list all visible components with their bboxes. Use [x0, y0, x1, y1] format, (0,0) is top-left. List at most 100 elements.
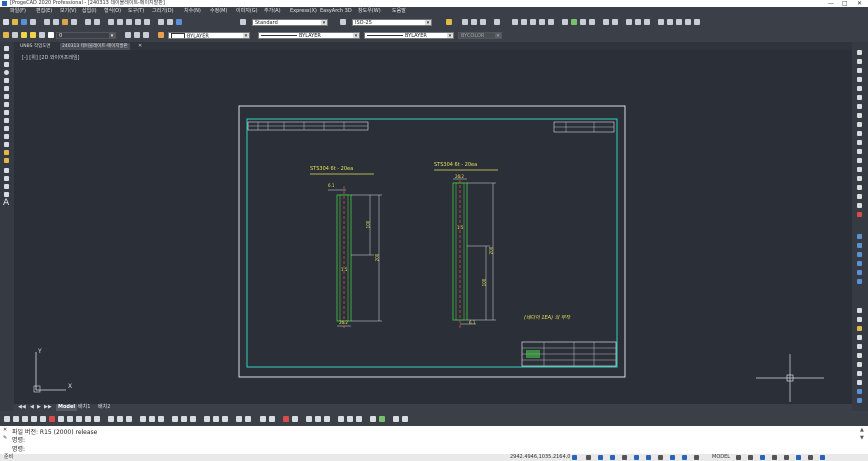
- lwt-icon[interactable]: [658, 455, 663, 460]
- match-properties-icon[interactable]: [71, 19, 77, 25]
- donut-icon[interactable]: [4, 126, 9, 131]
- open-icon[interactable]: [12, 19, 18, 25]
- zoom-realtime-icon[interactable]: [117, 19, 123, 25]
- new-icon[interactable]: [3, 19, 9, 25]
- osnap-midpoint-icon[interactable]: [471, 19, 477, 25]
- copy-icon[interactable]: [53, 19, 59, 25]
- point-icon[interactable]: [4, 110, 9, 115]
- dim-edit-icon[interactable]: [172, 416, 178, 422]
- line-icon[interactable]: [4, 46, 9, 51]
- stretch-icon[interactable]: [857, 122, 862, 127]
- circle-icon[interactable]: [4, 70, 9, 75]
- cut-icon[interactable]: [44, 19, 50, 25]
- ucs-named-icon[interactable]: [857, 398, 862, 403]
- dim-jogline-icon[interactable]: [158, 416, 164, 422]
- close-tab-icon[interactable]: ✕: [138, 43, 142, 50]
- layer-iso-icon[interactable]: [143, 32, 149, 38]
- image-frame-icon[interactable]: [338, 416, 344, 422]
- next-tab-icon[interactable]: ▶: [37, 404, 41, 411]
- workspace-icon[interactable]: [736, 455, 741, 460]
- zoom-previous-icon[interactable]: [135, 19, 141, 25]
- tab-layout2[interactable]: 배치2: [98, 404, 110, 411]
- inquiry-area-icon[interactable]: [245, 416, 251, 422]
- menu-help[interactable]: 도움말: [392, 7, 406, 16]
- light-icon[interactable]: [857, 203, 862, 208]
- ucs-view-icon[interactable]: [857, 344, 862, 349]
- scroll-up-icon[interactable]: ▲: [860, 427, 864, 433]
- ucs-origin-icon[interactable]: [857, 326, 862, 331]
- move-icon[interactable]: [857, 95, 862, 100]
- menu-dimension[interactable]: 치수(N): [184, 7, 201, 16]
- redo-icon[interactable]: [94, 19, 100, 25]
- menu-tools[interactable]: 도구(T): [128, 7, 144, 16]
- ucs-object-icon[interactable]: [857, 335, 862, 340]
- osnap-node-icon[interactable]: [494, 19, 500, 25]
- command-line[interactable]: ✕ ✎ 파일 버전: R15 (2000) release 명령: 명령: ▲ …: [0, 426, 868, 454]
- join-icon[interactable]: [857, 158, 862, 163]
- text-style-select[interactable]: Standard ▾: [252, 19, 328, 26]
- layer-state-icon[interactable]: [12, 32, 18, 38]
- point-cloud-icon[interactable]: [402, 416, 408, 422]
- menu-add[interactable]: 추가(A): [264, 7, 281, 16]
- chamfer-icon[interactable]: [857, 167, 862, 172]
- model-space-toggle[interactable]: MODEL: [712, 454, 730, 461]
- dim-angular-icon[interactable]: [67, 416, 73, 422]
- lock-icon[interactable]: [39, 32, 45, 38]
- snap-toolbar-icon[interactable]: [446, 19, 452, 25]
- menu-express[interactable]: Express(X): [290, 7, 317, 16]
- center-mark-icon[interactable]: [140, 416, 146, 422]
- array-icon[interactable]: [857, 86, 862, 91]
- tab-document-1[interactable]: UNBS 작업도면: [18, 43, 53, 50]
- osnap-endpoint-icon[interactable]: [462, 19, 468, 25]
- annotation-scale-icon[interactable]: [572, 455, 577, 460]
- layer-color-icon[interactable]: [48, 32, 54, 38]
- osnap-none-icon[interactable]: [603, 19, 609, 25]
- dim-aligned-icon[interactable]: [13, 416, 19, 422]
- osnap-grid-icon[interactable]: [626, 19, 632, 25]
- scale-icon[interactable]: [857, 113, 862, 118]
- sun-icon[interactable]: [30, 32, 36, 38]
- inquiry-list-icon[interactable]: [260, 416, 266, 422]
- color-select[interactable]: BYLAYER ▾: [168, 32, 250, 39]
- tab-model[interactable]: Model: [56, 404, 78, 411]
- view-top-icon[interactable]: [857, 252, 862, 257]
- customize-icon[interactable]: [796, 455, 801, 460]
- plotstyle-select[interactable]: BYCOLOR ▾: [458, 32, 502, 39]
- selection-cycling-icon[interactable]: [694, 455, 699, 460]
- spline-icon[interactable]: [4, 102, 9, 107]
- rectangle-icon[interactable]: [4, 78, 9, 83]
- ucs-z-icon[interactable]: [857, 371, 862, 376]
- explode-icon[interactable]: [857, 185, 862, 190]
- text-icon[interactable]: A: [3, 199, 9, 208]
- ucs-x-icon[interactable]: [857, 353, 862, 358]
- properties-icon[interactable]: [158, 19, 164, 25]
- menu-modify[interactable]: 수정(M): [210, 7, 227, 16]
- osnap-3d-icon[interactable]: [676, 19, 682, 25]
- menu-file[interactable]: 파일(F): [10, 7, 26, 16]
- ucs-previous-icon[interactable]: [857, 389, 862, 394]
- menu-edit[interactable]: 편집(E): [36, 7, 52, 16]
- quick-properties-icon[interactable]: [682, 455, 687, 460]
- clean-screen-icon[interactable]: [784, 455, 789, 460]
- osnap-quick-icon[interactable]: [694, 19, 700, 25]
- zoom-window-icon[interactable]: [126, 19, 132, 25]
- pan-icon[interactable]: [108, 19, 114, 25]
- polar-icon[interactable]: [622, 455, 627, 460]
- linetype-select[interactable]: BYLAYER ▾: [258, 32, 360, 39]
- dim-ordinate-icon[interactable]: [31, 416, 37, 422]
- menu-easyarch[interactable]: EasyArch 3D: [320, 7, 352, 16]
- gradient-icon[interactable]: [4, 176, 9, 181]
- design-center-icon[interactable]: [167, 19, 173, 25]
- layer-manager-icon[interactable]: [3, 32, 9, 38]
- dim-diameter-icon[interactable]: [58, 416, 64, 422]
- revcloud-icon[interactable]: [4, 118, 9, 123]
- settings-cmdline-icon[interactable]: ✎: [3, 435, 7, 441]
- xref-icon[interactable]: [283, 416, 289, 422]
- material-icon[interactable]: [857, 212, 862, 217]
- erase-icon[interactable]: [857, 50, 862, 55]
- text-style-icon[interactable]: [240, 19, 246, 25]
- menu-draw[interactable]: 그리기(D): [152, 7, 174, 16]
- osnap-perpendicular-icon[interactable]: [548, 19, 554, 25]
- view-side-icon[interactable]: [857, 279, 862, 284]
- dim-textedit-icon[interactable]: [181, 416, 187, 422]
